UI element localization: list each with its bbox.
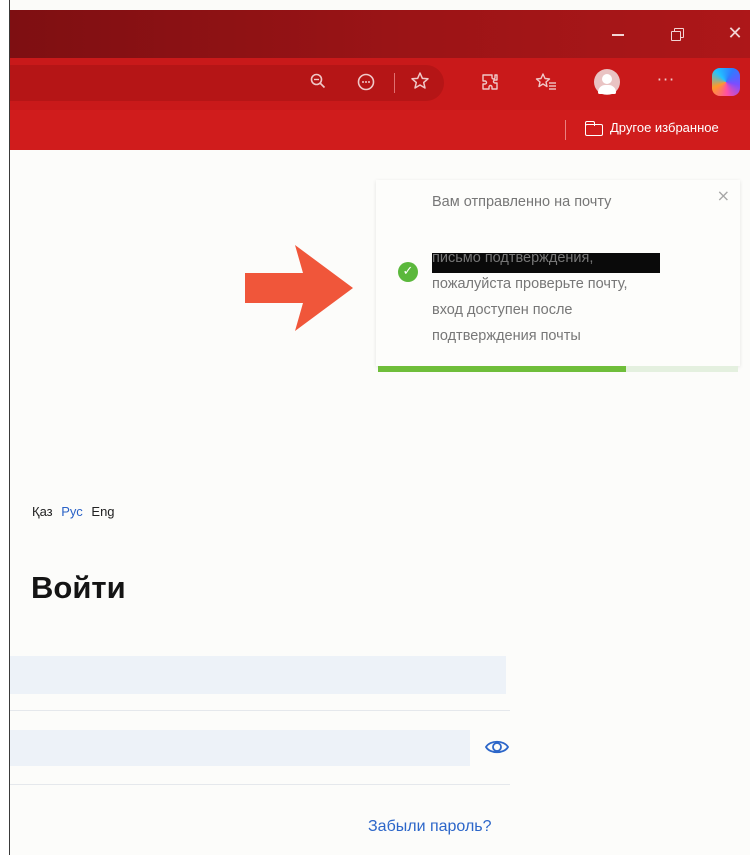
other-favorites-label[interactable]: Другое избранное (610, 120, 719, 135)
toast-message-line: вход доступен после (432, 302, 573, 318)
zoom-out-icon[interactable] (306, 72, 330, 94)
language-switcher: Қаз Рус Eng (32, 504, 120, 519)
lang-rus-link[interactable]: Рус (61, 504, 83, 519)
reader-icon[interactable] (354, 72, 378, 94)
restore-button[interactable] (668, 24, 690, 44)
close-window-button[interactable]: ✕ (724, 24, 746, 44)
favorite-star-icon[interactable] (408, 71, 432, 93)
copilot-icon[interactable] (712, 68, 740, 96)
password-field[interactable] (10, 730, 470, 766)
browser-window: ✕ ··· Другое избранное × ✓ Вам отправлен… (0, 0, 750, 855)
success-check-icon: ✓ (398, 262, 418, 282)
title-bar: ✕ (10, 10, 750, 58)
favorites-bar: Другое избранное (10, 110, 750, 150)
arrow-shape (245, 245, 353, 331)
lang-kaz-link[interactable]: Қаз (32, 504, 53, 519)
toolbar-separator (394, 73, 395, 93)
email-field[interactable] (10, 656, 506, 694)
toast-close-button[interactable]: × (717, 186, 730, 205)
toast-message-line: пожалуйста проверьте почту, (432, 276, 628, 292)
browser-toolbar: ··· (10, 58, 750, 110)
field-divider (10, 710, 510, 711)
field-divider (10, 784, 510, 785)
toast-message-line: Вам отправленно на почту (432, 194, 612, 210)
page-content: × ✓ Вам отправленно на почту письмо подт… (10, 150, 750, 855)
address-bar[interactable] (10, 65, 444, 101)
confirmation-toast: × ✓ Вам отправленно на почту письмо подт… (376, 180, 740, 372)
more-icon[interactable]: ··· (654, 70, 678, 92)
page-title: Войти (31, 570, 126, 605)
favorites-separator (565, 120, 566, 140)
eye-icon[interactable] (484, 735, 510, 759)
minimize-button[interactable] (608, 24, 630, 44)
favorites-icon[interactable] (534, 72, 558, 94)
toast-message-line: подтверждения почты (432, 328, 581, 344)
folder-icon[interactable] (585, 121, 603, 136)
extensions-icon[interactable] (478, 72, 502, 94)
profile-icon[interactable] (594, 69, 620, 95)
toast-message-line: письмо подтверждения, (432, 250, 594, 266)
toast-progress-fill (378, 366, 627, 372)
lang-eng-link[interactable]: Eng (91, 504, 114, 519)
arrow-icon (245, 245, 353, 331)
window-edge (0, 0, 10, 855)
forgot-password-link[interactable]: Забыли пароль? (368, 818, 492, 836)
toast-progress-bar (378, 366, 738, 372)
